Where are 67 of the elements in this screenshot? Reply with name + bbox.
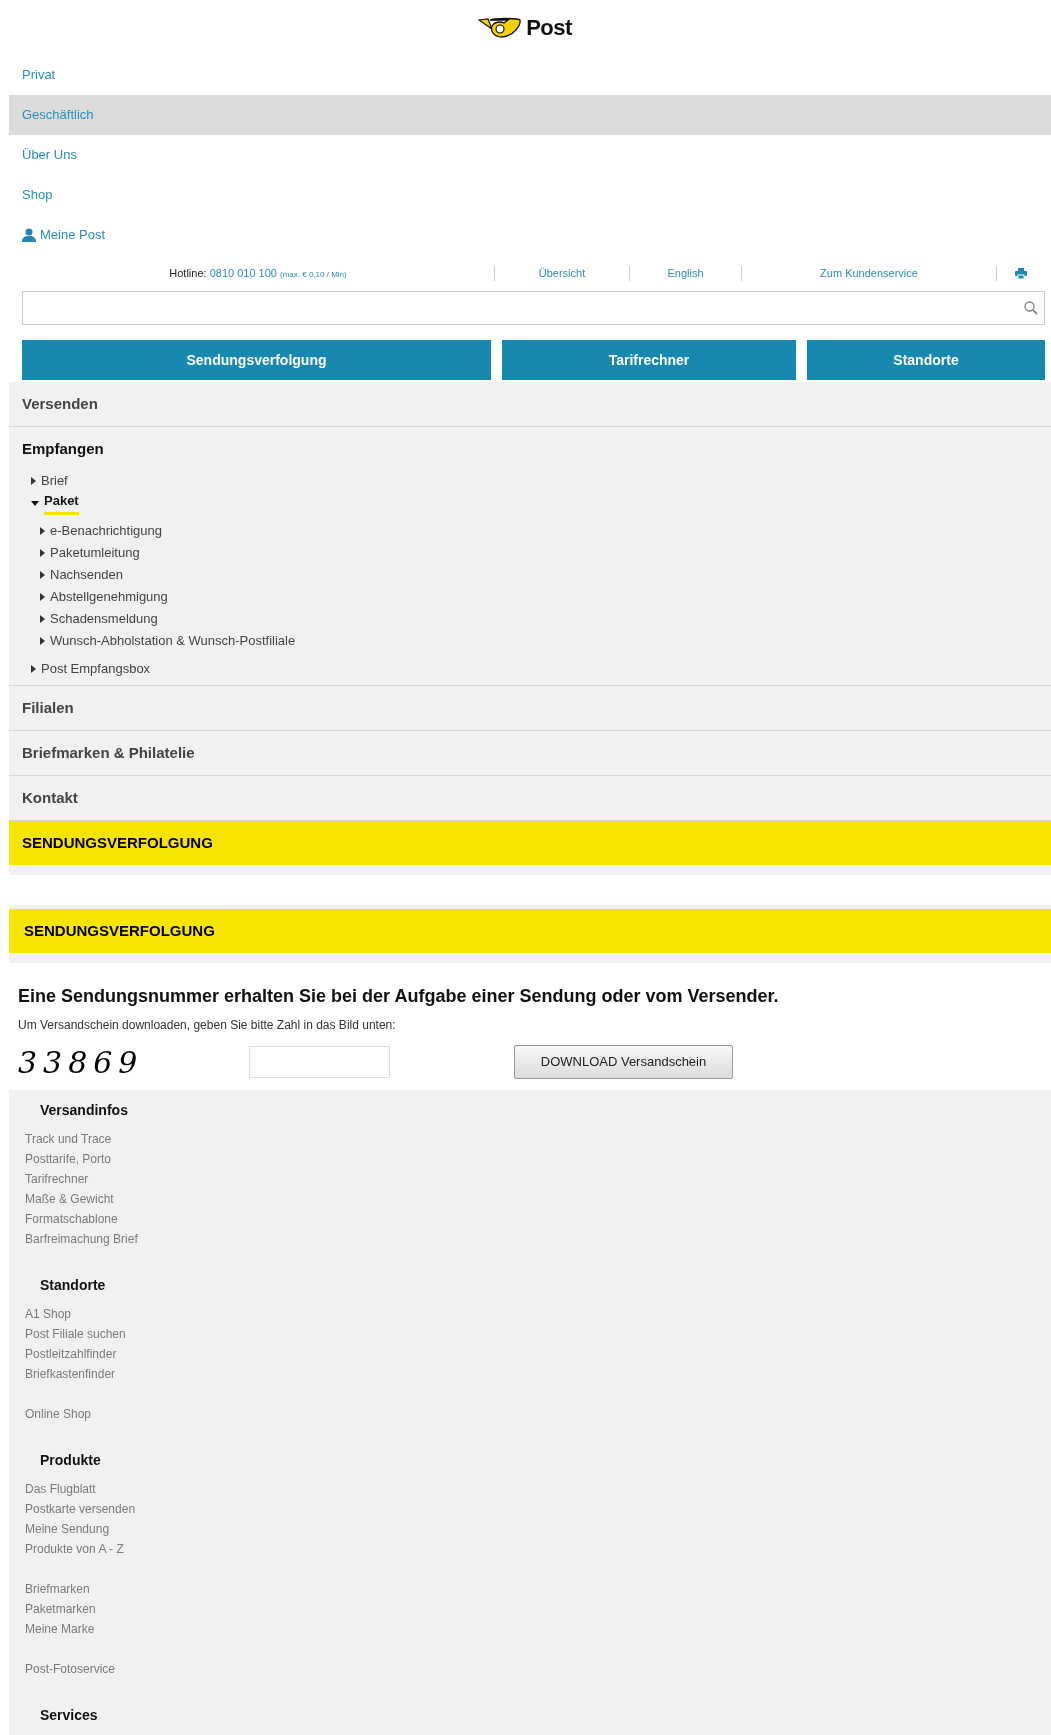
footer-link[interactable]: Posttarife, Porto	[25, 1150, 112, 1168]
caret-right-icon	[40, 571, 45, 579]
menu-item[interactable]: Brief	[41, 471, 68, 491]
footer-link[interactable]: Post Filiale suchen	[25, 1325, 126, 1343]
instruction-text: Um Versandschein downloaden, geben Sie bitte Zahl in das Bild unten:	[17, 1017, 397, 1034]
section-title: SENDUNGSVERFOLGUNG	[22, 832, 213, 853]
quick-button[interactable]: Standorte	[807, 340, 1045, 380]
menu-item[interactable]: Abstellgenehmigung	[50, 587, 168, 607]
menu-item[interactable]: Schadensmeldung	[50, 609, 158, 629]
caret-down-icon	[31, 500, 39, 506]
footer-link[interactable]: A1 Shop	[25, 1305, 72, 1323]
menu-item[interactable]: Paketumleitung	[50, 543, 140, 563]
search-field[interactable]	[22, 291, 1045, 325]
menu-item[interactable]: Wunsch-Abholstation & Wunsch-Postfiliale	[50, 631, 296, 651]
logo-text: Post	[526, 14, 572, 42]
utility-link[interactable]: Zum Kundenservice	[820, 264, 918, 282]
footer-link[interactable]: Meine Marke	[25, 1620, 95, 1638]
tracking-heading: Eine Sendungsnummer erhalten Sie bei der Aufgabe einer Sendung oder vom Versender.	[17, 985, 780, 1008]
accordion-header[interactable]: Empfangen	[22, 437, 104, 461]
menu-item[interactable]: e-Benachrichtigung	[50, 521, 163, 541]
caret-right-icon	[31, 665, 36, 673]
printer-icon	[1015, 267, 1027, 279]
menu-item[interactable]: Post Empfangsbox	[41, 659, 151, 679]
footer-link[interactable]: Online Shop	[25, 1405, 92, 1423]
menu-item[interactable]: Nachsenden	[50, 565, 123, 585]
footer-link[interactable]: Postleitzahlfinder	[25, 1345, 117, 1363]
footer-link[interactable]: Track und Trace	[25, 1130, 112, 1148]
section-title: SENDUNGSVERFOLGUNG	[24, 920, 215, 941]
hotline-text: Hotline: 0810 010 100 (max. € 0,10 / Min)	[169, 265, 347, 281]
footer-link[interactable]: Das Flugblatt	[25, 1480, 96, 1498]
footer-link[interactable]: Formatschablone	[25, 1210, 118, 1228]
footer-link[interactable]: Tarifrechner	[25, 1170, 89, 1188]
footer-heading: Produkte	[39, 1451, 102, 1470]
accordion-header[interactable]: Briefmarken & Philatelie	[22, 741, 195, 765]
nav-item[interactable]: Geschäftlich	[9, 95, 1051, 135]
accordion-header[interactable]: Kontakt	[22, 786, 78, 810]
footer-link[interactable]: Barfreimachung Brief	[25, 1230, 138, 1248]
accordion-header[interactable]: Versenden	[22, 392, 98, 416]
caret-right-icon	[40, 637, 45, 645]
horn-icon	[478, 16, 523, 39]
footer-link[interactable]: Briefkastenfinder	[25, 1365, 116, 1383]
captcha-input[interactable]	[249, 1046, 390, 1078]
utility-link[interactable]: Übersicht	[538, 264, 586, 282]
footer-link[interactable]: Post-Fotoservice	[25, 1660, 116, 1678]
utility-link[interactable]: English	[667, 264, 704, 282]
search-icon	[1024, 301, 1038, 315]
caret-right-icon	[40, 615, 45, 623]
captcha-text: 33869	[18, 1043, 145, 1082]
download-button[interactable]: DOWNLOAD Versandschein	[514, 1045, 733, 1079]
caret-right-icon	[40, 593, 45, 601]
footer-link[interactable]: Produkte von A - Z	[25, 1540, 124, 1558]
caret-right-icon	[31, 477, 36, 485]
accordion-header[interactable]: Filialen	[22, 696, 74, 720]
caret-right-icon	[40, 549, 45, 557]
footer-link[interactable]: Meine Sendung	[25, 1520, 110, 1538]
quick-button[interactable]: Tarifrechner	[502, 340, 796, 380]
footer-link[interactable]: Briefmarken	[25, 1580, 90, 1598]
quick-button[interactable]: Sendungsverfolgung	[22, 340, 491, 380]
footer-heading: Standorte	[39, 1276, 107, 1295]
footer-link[interactable]: Maße & Gewicht	[25, 1190, 114, 1208]
footer-link[interactable]: Postkarte versenden	[25, 1500, 136, 1518]
menu-item[interactable]: Paket	[44, 491, 79, 515]
footer-link[interactable]: Paketmarken	[25, 1600, 96, 1618]
footer-heading: Versandinfos	[39, 1101, 129, 1120]
caret-right-icon	[40, 527, 45, 535]
user-icon	[22, 228, 36, 242]
footer-heading: Services	[39, 1706, 99, 1725]
